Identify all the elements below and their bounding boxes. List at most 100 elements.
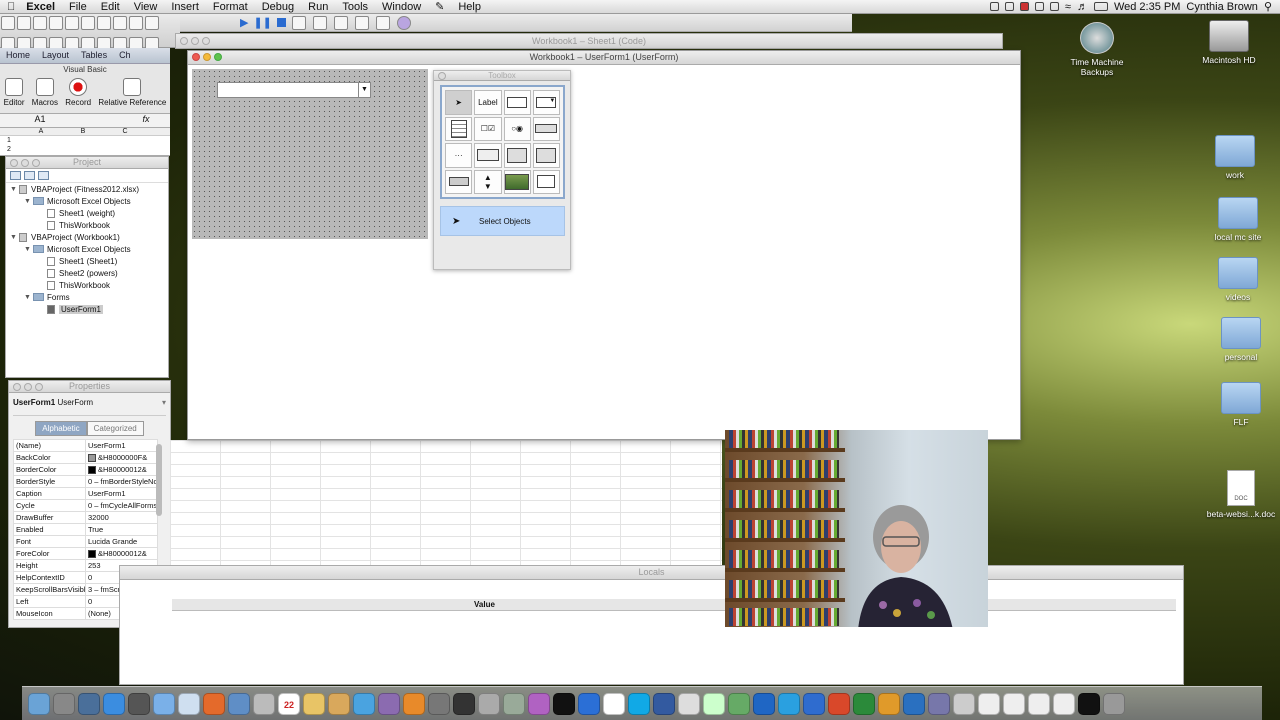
help-icon[interactable] [396,15,411,30]
menu-file[interactable]: File [62,1,94,13]
tab-layout[interactable]: Layout [36,48,75,63]
minimize-icon[interactable] [203,53,211,61]
close-icon[interactable] [180,37,188,45]
property-row[interactable]: ForeColor &H80000012& [13,547,158,560]
label-tool[interactable]: Label [474,90,502,115]
toolbox-titlebar[interactable]: Toolbox [434,71,570,81]
property-value[interactable]: 32000 [85,511,158,524]
desktop-icon-local-mc-site[interactable]: local mc site [1203,197,1273,242]
name-box[interactable]: A1 [0,114,80,124]
ichat-icon[interactable] [228,692,250,715]
menu-edit[interactable]: Edit [94,1,127,13]
property-row[interactable]: Enabled True [13,523,158,536]
row-header[interactable]: 1 [0,136,170,145]
nytimes-icon[interactable] [603,692,625,715]
cut-icon[interactable] [65,16,79,30]
view-code-icon[interactable] [10,171,21,180]
tab-categorized[interactable]: Categorized [86,421,144,436]
value-column-header[interactable]: Value [474,600,495,609]
project-tree-item[interactable]: ▼ Forms [6,291,168,303]
skype-icon[interactable] [628,692,650,715]
safari-icon[interactable] [153,692,175,715]
project-tree-item[interactable]: ▼ VBAProject (Fitness2012.xlsx) [6,183,168,195]
contacts-icon[interactable] [253,692,275,715]
outlook-icon[interactable] [878,692,900,715]
properties-scrollbar[interactable] [156,444,162,516]
photo-icon[interactable] [378,692,400,715]
property-row[interactable]: BackColor &H8000000F& [13,451,158,464]
script-menu-icon[interactable]: ✎ [428,0,451,13]
project-tree-item[interactable]: Sheet2 (powers) [6,267,168,279]
tab-tables[interactable]: Tables [75,48,113,63]
project-tree-item[interactable]: Sheet1 (weight) [6,207,168,219]
google-earth-icon[interactable] [653,692,675,715]
column-header[interactable]: B [62,128,104,135]
trash-icon[interactable] [1103,692,1125,715]
properties-window-icon[interactable] [333,15,348,30]
disclosure-triangle-icon[interactable]: ▼ [10,186,19,193]
close-icon[interactable] [13,383,21,391]
zoom-icon[interactable] [214,53,222,61]
property-value[interactable]: 0 – fmBorderStyleNone [85,475,158,488]
property-row[interactable]: BorderColor &H80000012& [13,463,158,476]
apple-icon[interactable]:  [0,1,22,13]
undo-icon[interactable] [129,16,143,30]
notes-icon[interactable] [303,692,325,715]
firefox-icon[interactable] [203,692,225,715]
time-machine-dock-icon[interactable] [453,692,475,715]
menu-format[interactable]: Format [206,1,255,13]
preferences-icon[interactable] [478,692,500,715]
object-browser-icon[interactable] [354,15,369,30]
property-row[interactable]: Font Lucida Grande [13,535,158,548]
print-icon[interactable] [49,16,63,30]
combobox-tool[interactable]: ▼ [532,90,560,115]
relative-reference-button[interactable]: Relative Reference [98,78,166,107]
menu-view[interactable]: View [127,1,165,13]
userform-titlebar[interactable]: Workbook1 – UserForm1 (UserForm) [188,51,1020,65]
mail-icon[interactable] [178,692,200,715]
run-icon[interactable]: ▶ [240,16,248,29]
property-value[interactable]: True [85,523,158,536]
copy-icon[interactable] [81,16,95,30]
wifi-icon[interactable]: ≈ [1065,1,1071,13]
word-2-icon[interactable] [803,692,825,715]
menu-help[interactable]: Help [451,1,488,13]
app-store-icon[interactable] [103,692,125,715]
worksheet-grid[interactable] [170,440,722,565]
tabstrip-tool[interactable] [503,143,531,168]
properties-titlebar[interactable]: Properties [9,381,170,393]
close-icon[interactable] [192,53,200,61]
property-row[interactable]: (Name) UserForm1 [13,439,158,452]
desktop-icon-personal[interactable]: personal [1206,317,1276,362]
minimize-icon[interactable] [21,159,29,167]
project-tree-item[interactable]: ▼ Microsoft Excel Objects [6,243,168,255]
user-name[interactable]: Cynthia Brown [1186,1,1258,13]
document-stack-icon[interactable] [1053,692,1075,715]
multipage-tool[interactable] [532,143,560,168]
battery-icon[interactable] [1093,2,1108,11]
property-value[interactable]: 0 – fmCycleAllForms [85,499,158,512]
office-icon[interactable] [903,692,925,715]
disclosure-triangle-icon[interactable]: ▼ [24,198,33,205]
project-tree-item[interactable]: Sheet1 (Sheet1) [6,255,168,267]
menu-insert[interactable]: Insert [164,1,206,13]
combobox-control[interactable]: ▼ [217,82,371,98]
system-icon[interactable] [128,692,150,715]
project-tree-item[interactable]: ▼ VBAProject (Workbook1) [6,231,168,243]
select-objects-tool[interactable]: ➤ [445,90,473,115]
property-value[interactable]: &H8000000F& [85,451,158,464]
project-tree-item[interactable]: ThisWorkbook [6,219,168,231]
spotlight-icon[interactable]: ⚲ [1264,0,1272,13]
property-value[interactable]: &H80000012& [85,547,158,560]
dropbox-icon[interactable] [578,692,600,715]
desktop-icon-videos[interactable]: videos [1203,257,1273,302]
project-tree-item[interactable]: ThisWorkbook [6,279,168,291]
desktop-icon-flf[interactable]: FLF [1206,382,1276,427]
launchpad-icon[interactable] [53,692,75,715]
close-icon[interactable] [10,159,18,167]
toolbox-icon[interactable] [375,15,390,30]
object-selector[interactable]: UserForm1 UserForm ▾ [13,398,166,416]
utilities-icon[interactable] [503,692,525,715]
textbox-tool[interactable] [503,90,531,115]
dvd-icon[interactable] [428,692,450,715]
